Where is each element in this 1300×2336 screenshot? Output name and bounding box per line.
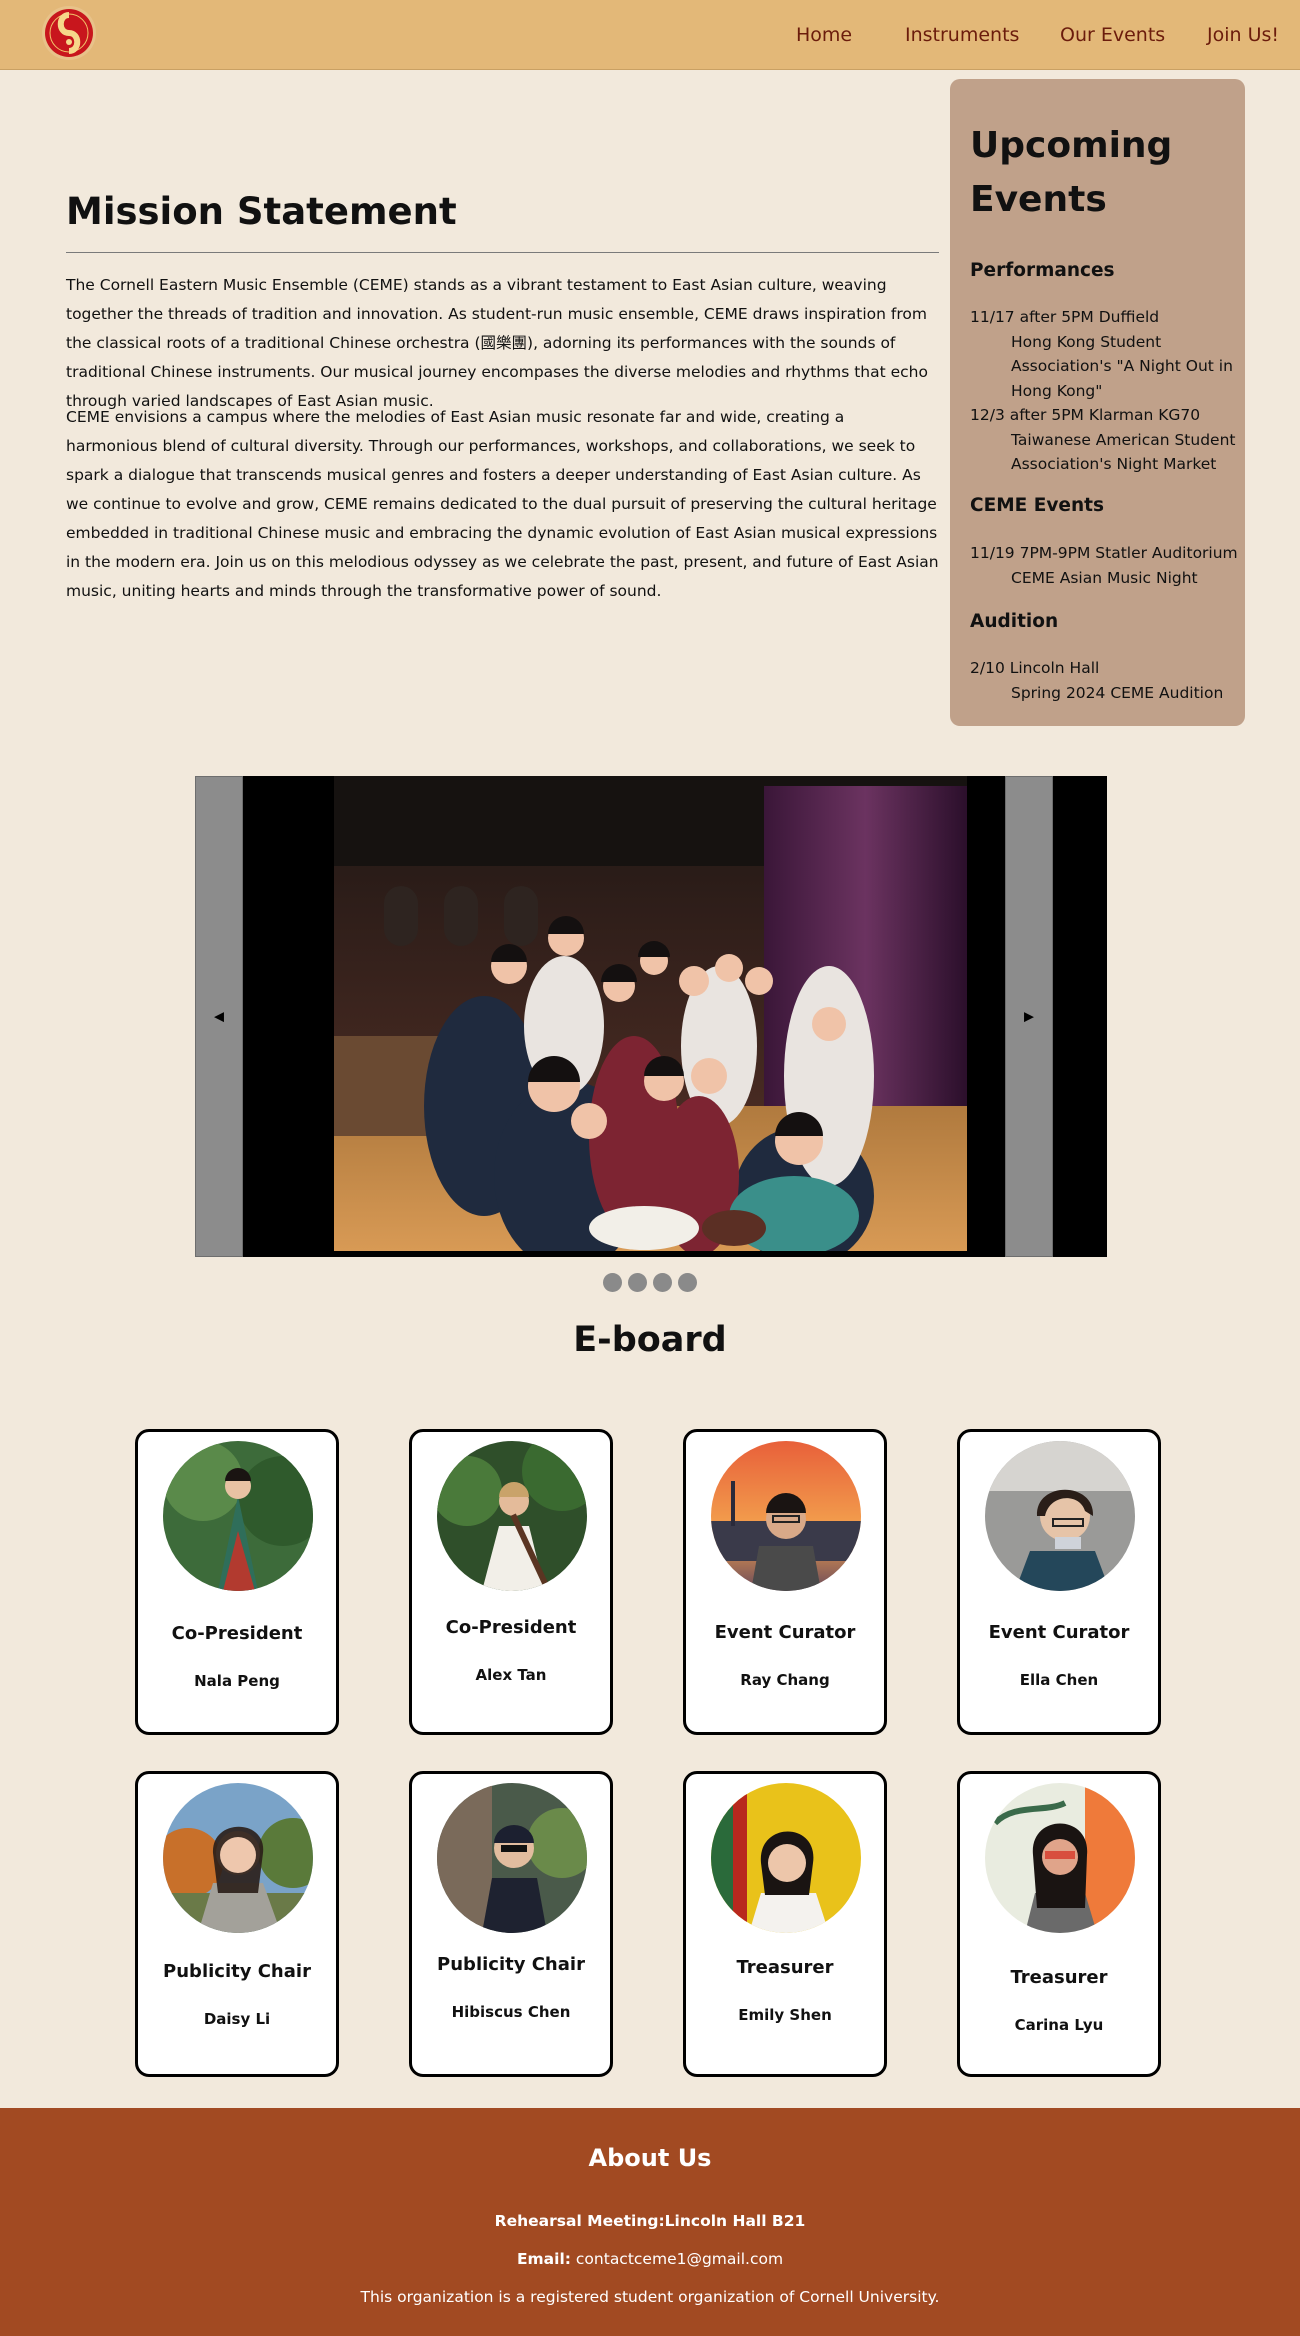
- event-description: Taiwanese American Student Association's…: [1011, 430, 1236, 474]
- member-role: Event Curator: [988, 1622, 1130, 1643]
- mission-divider: [66, 252, 939, 253]
- prev-arrow-icon: ◀: [214, 1009, 224, 1024]
- event-item: 11/19 7PM-9PM Statler Auditorium CEME As…: [970, 541, 1242, 590]
- rehearsal-info: Rehearsal Meeting:Lincoln Hall B21: [494, 2212, 806, 2230]
- member-photo: [437, 1441, 587, 1591]
- slide-dot[interactable]: [678, 1273, 697, 1292]
- events-heading-audition: Audition: [970, 611, 1059, 632]
- eboard-card: Publicity Chair Daisy Li: [135, 1771, 339, 2077]
- eboard-card: Event Curator Ella Chen: [957, 1429, 1161, 1735]
- member-photo: [163, 1441, 313, 1591]
- slideshow-next-button[interactable]: ▶: [1005, 776, 1053, 1257]
- event-description: Spring 2024 CEME Audition: [1011, 683, 1224, 702]
- event-date: 11/19 7PM-9PM Statler Auditorium: [970, 544, 1238, 562]
- member-name: Carina Lyu: [1014, 2016, 1104, 2034]
- member-role: Treasurer: [1010, 1967, 1108, 1988]
- photo-slideshow: ◀ ▶: [195, 776, 1107, 1271]
- member-name: Alex Tan: [475, 1666, 547, 1684]
- upcoming-events-panel: Upcoming Events Performances 11/17 after…: [950, 79, 1245, 726]
- mission-paragraph-2: CEME envisions a campus where the melodi…: [66, 408, 939, 600]
- member-role: Treasurer: [736, 1957, 834, 1978]
- eboard-card: Event Curator Ray Chang: [683, 1429, 887, 1735]
- member-name: Hibiscus Chen: [451, 2003, 571, 2021]
- member-photo: [711, 1783, 861, 1933]
- member-name: Nala Peng: [194, 1672, 280, 1690]
- member-photo: [985, 1441, 1135, 1591]
- eboard-card: Treasurer Carina Lyu: [957, 1771, 1161, 2077]
- events-heading-ceme-events: CEME Events: [970, 495, 1104, 516]
- nav-link-join-us[interactable]: Join Us!: [1207, 24, 1279, 46]
- member-name: Ella Chen: [1019, 1671, 1099, 1689]
- slideshow-dots: [603, 1273, 697, 1293]
- event-item: 12/3 after 5PM Klarman KG70 Taiwanese Am…: [970, 403, 1242, 477]
- eboard-card: Treasurer Emily Shen: [683, 1771, 887, 2077]
- mission-title: Mission Statement: [66, 190, 457, 233]
- mission-paragraph-1: The Cornell Eastern Music Ensemble (CEME…: [66, 276, 928, 410]
- events-heading-performances: Performances: [970, 260, 1115, 281]
- slide-dot[interactable]: [628, 1273, 647, 1292]
- event-date: 11/17 after 5PM Duffield: [970, 308, 1160, 326]
- event-description: CEME Asian Music Night: [1011, 568, 1198, 587]
- slide-dot[interactable]: [653, 1273, 672, 1292]
- event-description: Hong Kong Student Association's "A Night…: [1011, 332, 1233, 400]
- nav-link-instruments[interactable]: Instruments: [905, 24, 1019, 46]
- slideshow-photo: [334, 776, 967, 1271]
- event-item: 11/17 after 5PM Duffield Hong Kong Stude…: [970, 305, 1242, 403]
- member-role: Event Curator: [714, 1622, 856, 1643]
- member-role: Publicity Chair: [437, 1954, 585, 1975]
- footer: About Us Rehearsal Meeting:Lincoln Hall …: [0, 2108, 1300, 2336]
- member-role: Co-President: [171, 1623, 303, 1644]
- member-role: Co-President: [445, 1617, 577, 1638]
- eboard-title: E-board: [573, 1320, 727, 1360]
- member-photo: [985, 1783, 1135, 1933]
- upcoming-events-title: Upcoming Events: [970, 125, 1173, 220]
- email-address[interactable]: contactceme1@gmail.com: [576, 2250, 783, 2268]
- navbar: Home Instruments Our Events Join Us!: [0, 0, 1300, 70]
- member-photo: [711, 1441, 861, 1591]
- event-item: 2/10 Lincoln Hall Spring 2024 CEME Audit…: [970, 656, 1242, 705]
- slideshow-prev-button[interactable]: ◀: [195, 776, 243, 1257]
- footer-title: About Us: [588, 2144, 712, 2172]
- slide-dot[interactable]: [603, 1273, 622, 1292]
- event-date: 2/10 Lincoln Hall: [970, 659, 1100, 677]
- registration-note: This organization is a registered studen…: [360, 2288, 940, 2306]
- eboard-card: Co-President Alex Tan: [409, 1429, 613, 1735]
- member-photo: [437, 1783, 587, 1933]
- member-name: Daisy Li: [203, 2010, 271, 2028]
- event-date: 12/3 after 5PM Klarman KG70: [970, 406, 1201, 424]
- next-arrow-icon: ▶: [1024, 1009, 1034, 1024]
- member-role: Publicity Chair: [163, 1961, 311, 1982]
- nav-link-our-events[interactable]: Our Events: [1060, 24, 1165, 46]
- email-info: Email: contactceme1@gmail.com: [0, 2250, 1300, 2268]
- eboard-card: Co-President Nala Peng: [135, 1429, 339, 1735]
- member-name: Ray Chang: [740, 1671, 830, 1689]
- nav-link-home[interactable]: Home: [796, 24, 852, 46]
- member-name: Emily Shen: [738, 2006, 832, 2024]
- ceme-logo-icon[interactable]: [42, 6, 96, 60]
- eboard-card: Publicity Chair Hibiscus Chen: [409, 1771, 613, 2077]
- email-label: Email:: [516, 2250, 571, 2268]
- member-photo: [163, 1783, 313, 1933]
